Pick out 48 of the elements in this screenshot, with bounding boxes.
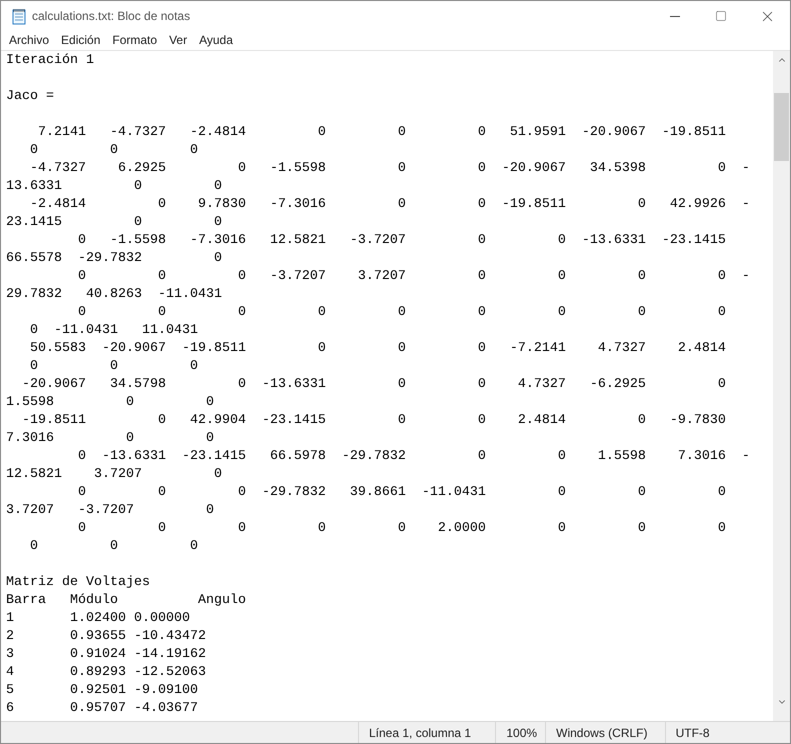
status-text: 100% [506,724,538,742]
text-line: 7.3016 0 0 [6,430,214,448]
scrollbar-thumb[interactable] [774,93,789,161]
text-line: -2.4814 0 9.7830 -7.3016 0 0 -19.8511 0 42.9926 - [28,196,750,214]
text-line: Jaco = [6,88,54,106]
menu-item[interactable]: Ver [163,31,194,50]
text-line: -19.8511 0 42.9904 -23.1415 0 0 2.4814 0 -9.7830 [20,412,726,430]
notepad-icon [11,8,27,24]
text-line: Barra Módulo Angulo [6,592,246,610]
text-line: 66.5578 -29.7832 0 [6,250,222,268]
text-line: 0 0 0 [28,142,198,160]
text-line: 0 -1.5598 -7.3016 12.5821 -3.7207 0 0 -13.6331 -23.1415 [76,232,726,250]
text-line: 0 0 0 [28,358,198,376]
text-line: 0 -13.6331 -23.1415 66.5978 -29.7832 0 0 1.5598 7.3016 - [76,448,750,466]
text-line: 23.1415 0 0 [6,214,222,232]
menu-item[interactable]: Ayuda [193,31,239,50]
vertical-scrollbar[interactable] [773,51,790,721]
text-line: 13.6331 0 0 [6,178,222,196]
text-line: 50.5583 -20.9067 -19.8511 0 0 0 -7.2141 4.7327 2.4814 [28,340,726,358]
text-line: 0 0 0 -29.7832 39.8661 -11.0431 0 0 0 [76,484,726,502]
text-line: 1.5598 0 0 [6,394,214,412]
text-line: 6 0.95707 -4.03677 [6,700,198,718]
text-line: 12.5821 3.7207 0 [6,466,222,484]
text-line: 0 0 0 0 0 0 0 0 0 [76,304,726,322]
text-line: 4 0.89293 -12.52063 [6,664,206,682]
text-line: -20.9067 34.5798 0 -13.6331 0 0 4.7327 -6.2925 0 [20,376,726,394]
text-line: 3 0.91024 -14.19162 [6,646,206,664]
text-line: 2 0.93655 -10.43472 [6,628,206,646]
status-text: UTF-8 [676,724,710,742]
text-line: 1 1.02400 0.00000 [6,610,190,628]
text-line: 3.7207 -3.7207 0 [6,502,214,520]
text-line: 7.2141 -4.7327 -2.4814 0 0 0 51.9591 -20.9067 -19.8511 [36,124,726,142]
text-line: 5 0.92501 -9.09100 [6,682,198,700]
text-line: Matriz de Voltajes [6,574,150,592]
text-line: 0 0 0 -3.7207 3.7207 0 0 0 0 - [76,268,750,286]
text-line: 0 -11.0431 11.0431 [28,322,198,340]
window-title: calculations.txt: Bloc de notas [32,8,190,25]
menu-item[interactable]: Formato [106,31,164,50]
text-line: -4.7327 6.2925 0 -1.5598 0 0 -20.9067 34.5398 0 - [28,160,750,178]
status-text: Línea 1, columna 1 [369,724,472,742]
text-line: Iteración 1 [6,52,94,70]
maximize-icon [715,10,727,22]
menu-item[interactable]: Archivo [3,31,56,50]
menu-item[interactable]: Edición [55,31,106,50]
text-line: 0 0 0 [28,538,198,556]
text-line: 0 0 0 0 0 2.0000 0 0 0 [76,520,726,538]
text-line: 29.7832 40.8263 -11.0431 [6,286,222,304]
status-text: Windows (CRLF) [556,724,648,742]
